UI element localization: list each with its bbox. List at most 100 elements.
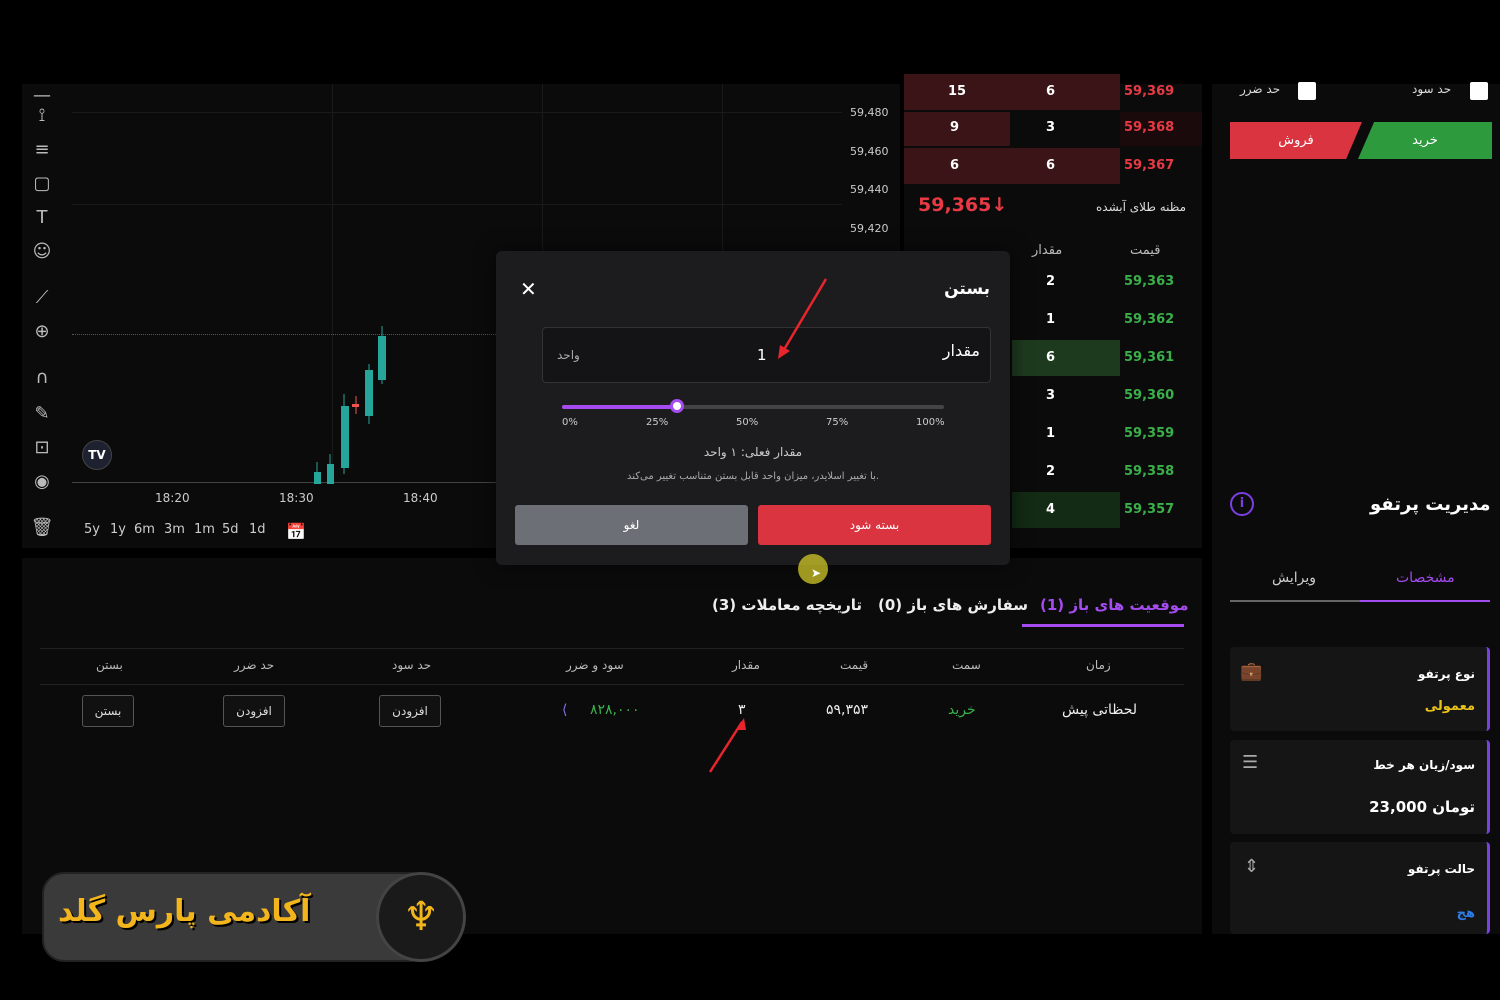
tab-specs[interactable]: مشخصات	[1396, 570, 1455, 586]
modal-title: بستن	[944, 279, 990, 299]
last-price: 59,365↓	[918, 194, 1008, 216]
logo-text: آکادمی پارس گلد	[58, 894, 311, 929]
quantity-label: مقدار	[942, 341, 980, 360]
portfolio-type-card: 💼 نوع پرتفو معمولی	[1230, 647, 1490, 731]
slider-fill	[562, 405, 677, 409]
time-tick: 18:40	[403, 491, 438, 505]
fib-tool-icon[interactable]: ≡	[30, 138, 54, 162]
tab-edit[interactable]: ویرایش	[1272, 570, 1316, 586]
tab-trade-history[interactable]: تاریخچه معاملات (3)	[712, 596, 862, 614]
quantity-value: 1	[757, 346, 767, 364]
sell-row[interactable]: 6 6 59,367	[904, 148, 1202, 184]
grid-line	[72, 112, 842, 113]
range-1d[interactable]: 1d	[249, 522, 266, 537]
phoenix-logo-icon: ♆	[376, 872, 466, 962]
row-side: خرید	[948, 702, 976, 718]
pnl-per-line-card: ☰ سود/زیان هر خط 23,000 تومان	[1230, 740, 1490, 834]
time-tick: 18:20	[155, 491, 190, 505]
info-icon[interactable]: i	[1230, 492, 1254, 516]
take-profit-label: حد سود	[1412, 82, 1452, 96]
header-qty: مقدار	[732, 658, 760, 672]
tab-active-underline	[1360, 600, 1490, 602]
cancel-button[interactable]: لغو	[515, 505, 748, 545]
mouse-cursor-icon: ➤	[811, 566, 822, 580]
share-icon[interactable]: ⟨	[562, 702, 567, 718]
header-close: بستن	[96, 658, 123, 672]
instrument-name: مظنه طلای آبشده	[1096, 200, 1187, 214]
slider-handle[interactable]	[669, 399, 684, 413]
range-1m[interactable]: 1m	[194, 522, 215, 537]
text-tool-icon[interactable]: T	[30, 206, 54, 230]
slider-tick: 100%	[916, 417, 945, 428]
grid-line	[72, 204, 842, 205]
zoom-tool-icon[interactable]: ⊕	[30, 320, 54, 344]
price-tick: 59,420	[850, 222, 889, 235]
range-1y[interactable]: 1y	[110, 522, 126, 537]
slider-tick: 25%	[646, 417, 669, 428]
header-pnl: سود و ضرر	[566, 658, 624, 672]
price-tick: 59,480	[850, 106, 889, 119]
range-3m[interactable]: 3m	[164, 522, 185, 537]
rectangle-tool-icon[interactable]: ▢	[30, 172, 54, 196]
close-position-button[interactable]: بستن	[82, 695, 134, 727]
amount-slider[interactable]	[562, 399, 944, 413]
tab-open-positions[interactable]: موقعیت های باز (1)	[1040, 596, 1188, 614]
tab-divider	[1230, 600, 1360, 602]
close-position-modal: ✕ بستن مقدار 1 واحد 0% 25% 50% 75% 100% …	[496, 251, 1010, 565]
sell-row[interactable]: 9 3 59,368	[904, 110, 1202, 146]
lock-icon[interactable]: ⊡	[30, 436, 54, 460]
sell-button[interactable]: فروش	[1230, 122, 1362, 159]
range-5y[interactable]: 5y	[84, 522, 100, 537]
time-tick: 18:30	[279, 491, 314, 505]
portfolio-title: مدیریت پرتفو	[1370, 494, 1491, 515]
stop-loss-checkbox[interactable]	[1298, 82, 1316, 100]
quantity-input[interactable]: مقدار 1 واحد	[542, 327, 991, 383]
add-stop-loss-button[interactable]: افزودن	[223, 695, 285, 727]
row-time: لحظاتی پیش	[1062, 702, 1138, 718]
add-take-profit-button[interactable]: افزودن	[379, 695, 441, 727]
range-6m[interactable]: 6m	[134, 522, 155, 537]
quantity-unit: واحد	[557, 348, 580, 362]
price-tick: 59,440	[850, 183, 889, 196]
pattern-tool-icon[interactable]: ⟟	[30, 104, 54, 128]
pencil-lock-icon[interactable]: ✎	[30, 402, 54, 426]
candle	[327, 464, 334, 484]
briefcase-icon: 💼	[1240, 661, 1263, 682]
magnet-tool-icon[interactable]: ∩	[30, 366, 54, 390]
range-5d[interactable]: 5d	[222, 522, 239, 537]
eye-icon[interactable]: ◉	[30, 470, 54, 494]
candle	[341, 406, 349, 468]
candles	[314, 326, 386, 484]
current-amount-text: مقدار فعلی: ۱ واحد	[703, 445, 803, 459]
annotation-arrow	[708, 718, 746, 773]
col-qty-header: مقدار	[1032, 243, 1063, 258]
emoji-tool-icon[interactable]: ☺	[30, 240, 54, 264]
slider-tick: 50%	[736, 417, 759, 428]
slider-tick: 0%	[562, 417, 578, 428]
tab-open-orders[interactable]: سفارش های باز (0)	[878, 596, 1028, 614]
compress-icon: ⇕	[1244, 856, 1260, 877]
buy-button[interactable]: خرید	[1358, 122, 1492, 159]
header-price: قیمت	[840, 658, 869, 672]
candle	[365, 370, 373, 416]
date-range-icon[interactable]: 📅	[286, 522, 306, 541]
candle	[352, 404, 359, 407]
header-tp: حد سود	[392, 658, 432, 672]
right-panel: حد سود حد ضرر فروش خرید i مدیریت پرتفو م…	[1212, 82, 1500, 934]
annotation-arrow	[778, 278, 828, 359]
ruler-tool-icon[interactable]: ⟋	[30, 286, 54, 310]
price-tick: 59,460	[850, 145, 889, 158]
header-time: زمان	[1086, 658, 1111, 672]
confirm-close-button[interactable]: بسته شود	[758, 505, 991, 545]
row-price: ۵۹,۳۵۳	[826, 702, 869, 718]
candle	[314, 472, 321, 484]
modal-close-icon[interactable]: ✕	[520, 277, 537, 301]
stop-loss-label: حد ضرر	[1240, 82, 1281, 96]
tradingview-logo[interactable]: TV	[82, 440, 112, 470]
sell-row[interactable]: 15 6 59,369	[904, 74, 1202, 110]
header-sl: حد ضرر	[234, 658, 275, 672]
divider	[40, 648, 1184, 649]
portfolio-mode-card: ⇕ حالت پرتفو هج	[1230, 842, 1490, 934]
trash-icon[interactable]: 🗑	[30, 516, 54, 540]
take-profit-checkbox[interactable]	[1470, 82, 1488, 100]
